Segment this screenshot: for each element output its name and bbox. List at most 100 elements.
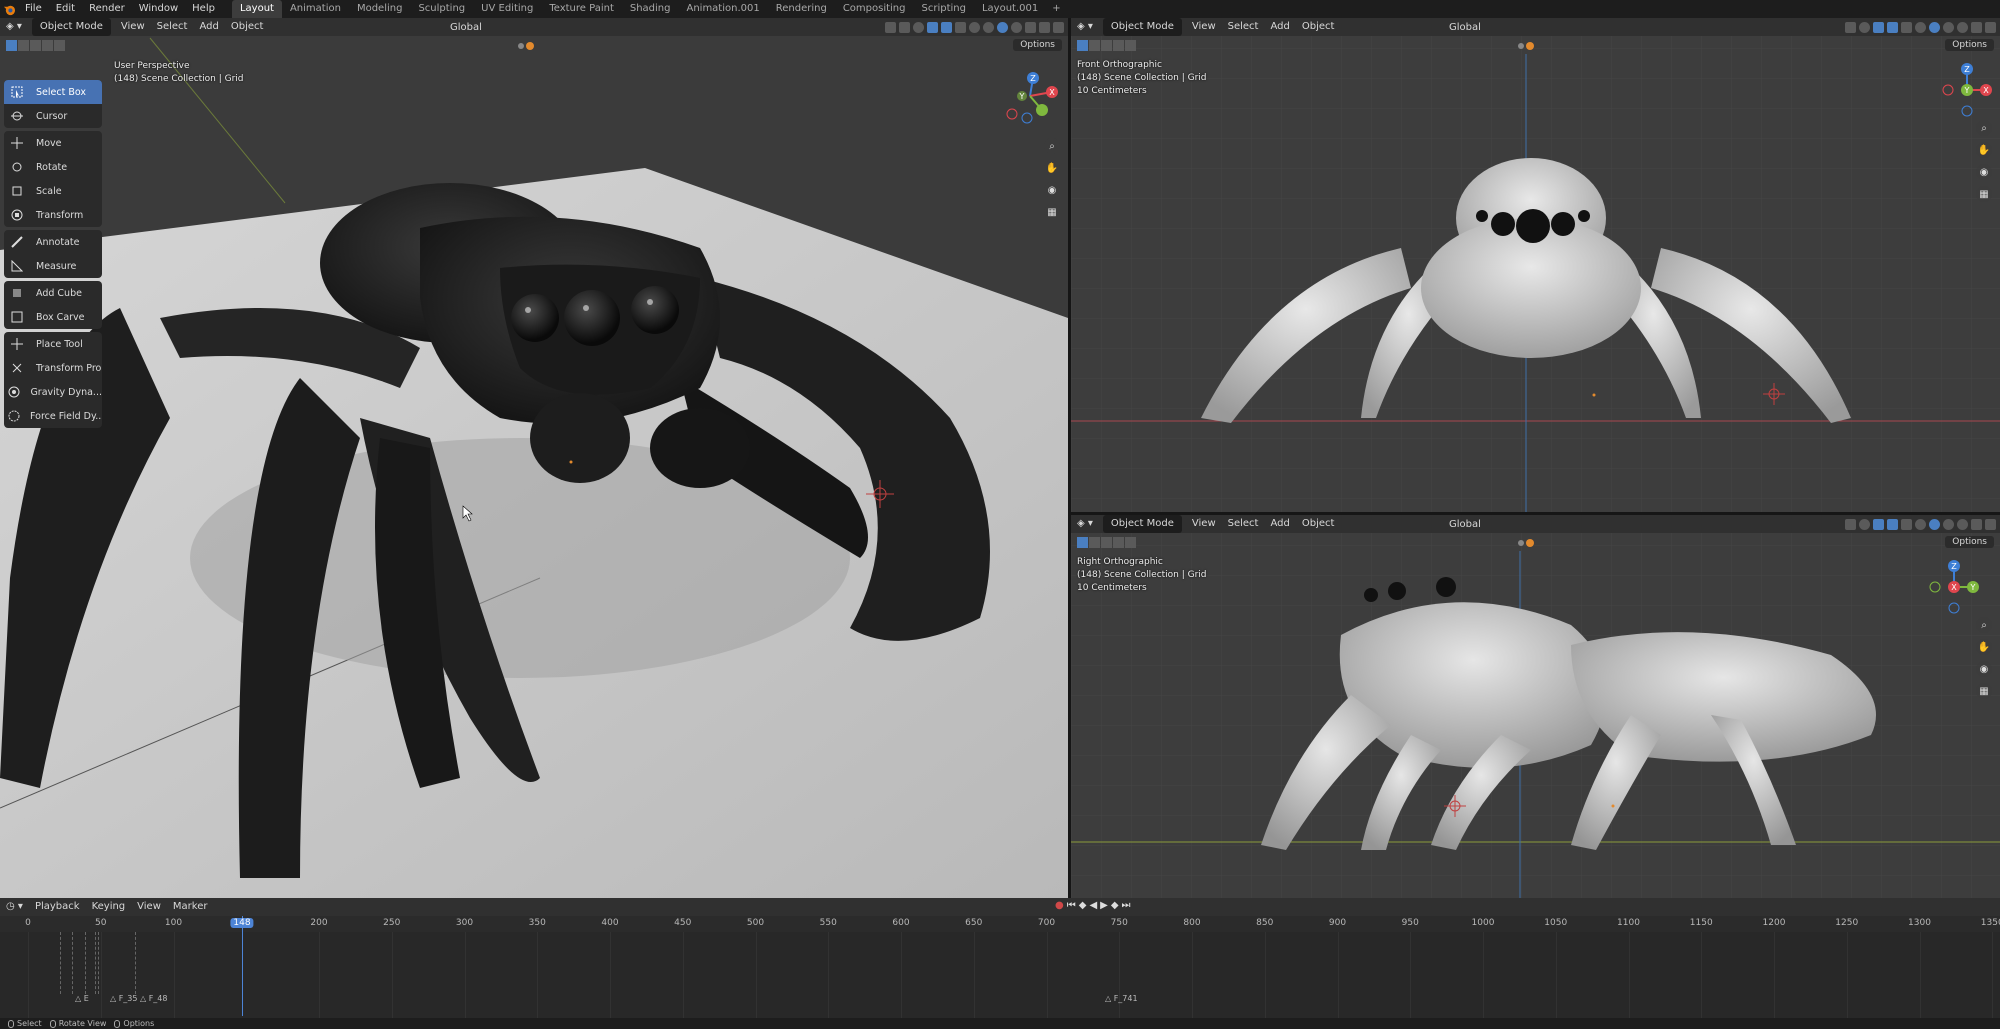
zoom-icon[interactable]: ⌕ [1976,120,1992,136]
menu-select[interactable]: Select [1222,18,1265,36]
camera-view-icon[interactable]: ◉ [1976,661,1992,677]
tab-scripting[interactable]: Scripting [914,0,974,18]
transform-orientation-dropdown[interactable]: Global [1449,519,1481,530]
jump-start-icon[interactable]: ⏮ [1067,900,1076,911]
menu-view[interactable]: View [1186,18,1222,36]
filter-icon[interactable] [1053,21,1064,33]
tab-rendering[interactable]: Rendering [768,0,835,18]
tool-add-cube[interactable]: Add Cube [4,281,102,305]
pan-hand-icon[interactable]: ✋ [1044,160,1060,176]
xray-icon[interactable] [955,21,966,33]
tab-uv-editing[interactable]: UV Editing [473,0,541,18]
menu-add[interactable]: Add [1264,18,1295,36]
menu-object[interactable]: Object [1296,515,1341,533]
pan-hand-icon[interactable]: ✋ [1976,142,1992,158]
ortho-toggle-icon[interactable]: ▦ [1976,683,1992,699]
record-icon[interactable]: ● [1055,900,1064,911]
proportional-edit-icon[interactable] [913,21,924,33]
selectable-icon[interactable] [1039,21,1050,33]
xray-icon[interactable] [1901,21,1912,33]
selection-mode-buttons[interactable] [1077,39,1136,51]
timeline-editor[interactable]: ◷ ▾ Playback Keying View Marker ● ⏮ ◆ ◀ … [0,898,2000,1018]
menu-render[interactable]: Render [82,0,132,18]
menu-view[interactable]: View [131,898,167,916]
visibility-icon[interactable] [1971,21,1982,33]
mode-dropdown[interactable]: Object Mode [31,18,111,36]
viewport-main[interactable]: ◈ ▾ Object Mode View Select Add Object G… [0,18,1068,898]
shading-rendered-icon[interactable] [1011,21,1022,33]
playhead[interactable] [242,916,243,1016]
menu-select[interactable]: Select [1222,515,1265,533]
overlays-toggle-icon[interactable] [1887,21,1898,33]
shading-wireframe-icon[interactable] [1915,518,1926,530]
shading-rendered-icon[interactable] [1957,518,1968,530]
tab-sculpting[interactable]: Sculpting [410,0,473,18]
viewport-right[interactable]: ◈ ▾ Object Mode View Select Add Object G… [1071,515,2000,898]
menu-object[interactable]: Object [225,18,270,36]
gizmo-toggle-icon[interactable] [927,21,938,33]
filter-icon[interactable] [1985,21,1996,33]
shading-material-icon[interactable] [1943,21,1954,33]
shading-rendered-icon[interactable] [1957,21,1968,33]
tab-animation-001[interactable]: Animation.001 [678,0,767,18]
menu-view[interactable]: View [115,18,151,36]
shading-material-icon[interactable] [997,21,1008,33]
timeline-ruler[interactable]: 0 50 100 200 250 300 350 400 450 500 550 600 650 700 7… [0,916,2000,932]
navigation-gizmo[interactable]: Z X Y [1940,60,1994,120]
timeline-marker[interactable]: △ F_35 [110,994,137,1003]
shading-solid-icon[interactable] [1929,21,1940,33]
tool-transform[interactable]: Transform [4,203,102,227]
play-reverse-icon[interactable]: ◀ [1089,900,1097,911]
zoom-icon[interactable]: ⌕ [1976,617,1992,633]
transform-orientation-dropdown[interactable]: Global [1449,22,1481,33]
tool-annotate[interactable]: Annotate [4,230,102,254]
editor-type-icon[interactable]: ◷ ▾ [0,898,29,916]
ortho-toggle-icon[interactable]: ▦ [1976,186,1992,202]
xray-icon[interactable] [1901,518,1912,530]
overlays-toggle-icon[interactable] [941,21,952,33]
visibility-icon[interactable] [1025,21,1036,33]
timeline-marker[interactable]: △ F_741 [1105,994,1138,1003]
timeline-marker[interactable]: △ E [75,994,89,1003]
transform-orientation-dropdown[interactable]: Global [450,22,482,33]
prev-keyframe-icon[interactable]: ◆ [1079,900,1087,911]
tab-layout[interactable]: Layout [231,0,282,18]
selection-mode-buttons[interactable] [1077,536,1136,548]
overlays-toggle-icon[interactable] [1887,518,1898,530]
gizmo-toggle-icon[interactable] [1873,518,1884,530]
editor-type-icon[interactable]: ◈ ▾ [1071,18,1099,36]
tool-box-carve[interactable]: Box Carve [4,305,102,329]
camera-view-icon[interactable]: ◉ [1044,182,1060,198]
blender-logo-icon[interactable] [0,0,18,18]
menu-object[interactable]: Object [1296,18,1341,36]
pivot-icon[interactable] [885,21,896,33]
menu-add[interactable]: Add [193,18,224,36]
current-frame-badge[interactable]: 148 [230,918,254,928]
menu-help[interactable]: Help [185,0,222,18]
menu-keying[interactable]: Keying [86,898,132,916]
tool-move[interactable]: Move [4,131,102,155]
tool-place[interactable]: Place Tool [4,332,102,356]
tab-layout-001[interactable]: Layout.001 [974,0,1046,18]
navigation-gizmo[interactable]: Z X Y [1000,66,1060,126]
tool-scale[interactable]: Scale [4,179,102,203]
add-workspace-button[interactable]: + [1046,0,1066,18]
filter-icon[interactable] [1985,518,1996,530]
render-engine-icon[interactable] [518,40,540,52]
menu-edit[interactable]: Edit [49,0,82,18]
tool-select-box[interactable]: Select Box [4,80,102,104]
tab-compositing[interactable]: Compositing [835,0,914,18]
tab-animation[interactable]: Animation [282,0,349,18]
tool-rotate[interactable]: Rotate [4,155,102,179]
mode-dropdown[interactable]: Object Mode [1102,515,1182,533]
camera-view-icon[interactable]: ◉ [1976,164,1992,180]
editor-type-icon[interactable]: ◈ ▾ [1071,515,1099,533]
options-dropdown[interactable]: Options [1945,39,1994,51]
tab-modeling[interactable]: Modeling [349,0,411,18]
next-keyframe-icon[interactable]: ◆ [1111,900,1119,911]
jump-end-icon[interactable]: ⏭ [1122,900,1131,911]
visibility-icon[interactable] [1971,518,1982,530]
snap-icon[interactable] [1845,21,1856,33]
menu-view[interactable]: View [1186,515,1222,533]
render-engine-icon[interactable] [1518,537,1540,549]
